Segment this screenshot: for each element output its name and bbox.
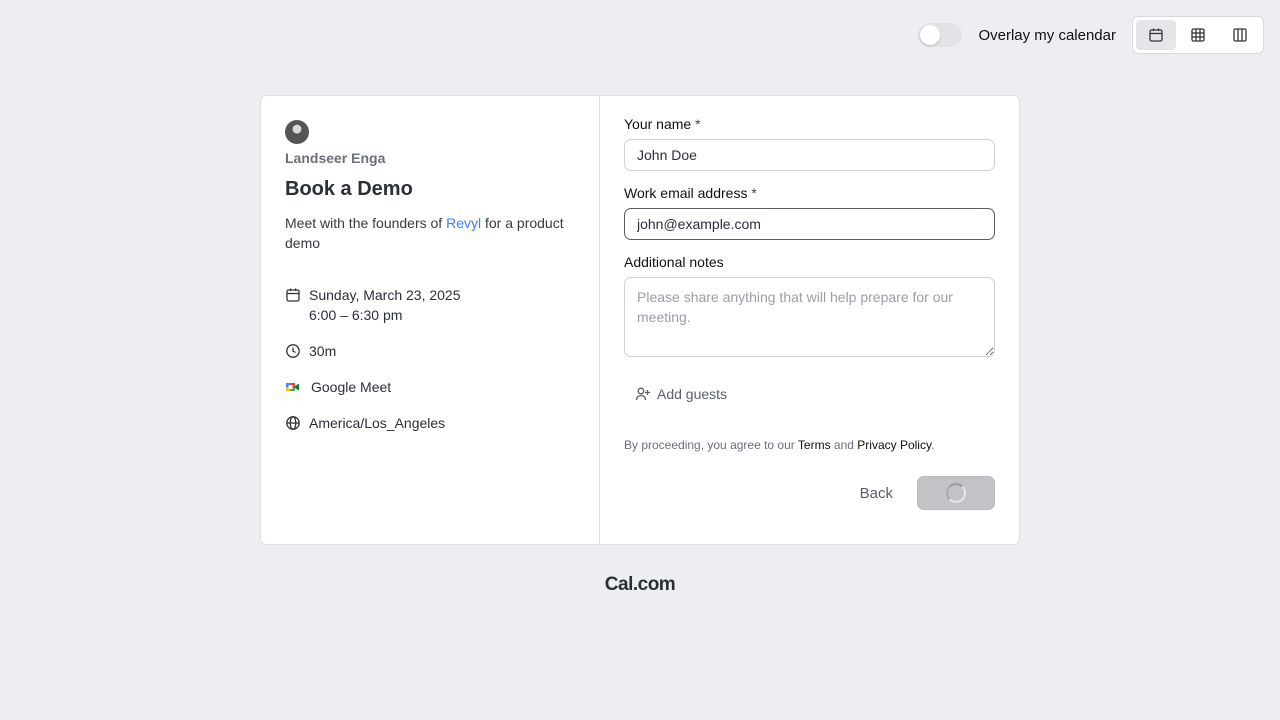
- email-required-mark: *: [751, 185, 757, 201]
- email-input[interactable]: [624, 208, 995, 240]
- columns-icon: [1233, 28, 1247, 42]
- grid-icon: [1191, 28, 1205, 42]
- email-label-text: Work email address: [624, 185, 748, 201]
- booking-form: Your name * Work email address * Additio…: [600, 96, 1019, 544]
- calendar-icon: [1149, 28, 1163, 42]
- notes-field: Additional notes: [624, 254, 995, 362]
- loading-spinner-icon: [946, 483, 966, 503]
- host-name: Landseer Enga: [285, 150, 386, 166]
- terms-text: By proceeding, you agree to our: [624, 438, 798, 452]
- confirm-button[interactable]: [917, 476, 995, 510]
- weekly-view-button[interactable]: [1178, 20, 1218, 50]
- notes-label: Additional notes: [624, 254, 724, 270]
- event-location: Google Meet: [311, 379, 392, 395]
- event-duration-row: 30m: [285, 341, 575, 361]
- toggle-knob: [920, 25, 941, 45]
- top-bar: Overlay my calendar: [918, 16, 1264, 54]
- event-duration: 30m: [309, 343, 337, 359]
- host-avatar: [285, 120, 309, 144]
- event-timezone-row: America/Los_Angeles: [285, 413, 575, 433]
- description-link[interactable]: Revyl: [446, 215, 481, 231]
- name-label: Your name *: [624, 116, 995, 132]
- terms-link[interactable]: Terms: [798, 438, 831, 452]
- google-meet-icon: [286, 383, 299, 391]
- event-details-panel: Landseer Enga Book a Demo Meet with the …: [261, 96, 600, 544]
- overlay-calendar-toggle[interactable]: [918, 23, 963, 47]
- event-timezone[interactable]: America/Los_Angeles: [309, 413, 445, 433]
- column-view-button[interactable]: [1220, 20, 1260, 50]
- globe-icon: [286, 416, 300, 430]
- name-required-mark: *: [695, 116, 701, 132]
- add-guests-label: Add guests: [657, 386, 728, 402]
- event-title: Book a Demo: [285, 178, 413, 200]
- month-view-button[interactable]: [1136, 20, 1176, 50]
- terms-end: .: [931, 438, 935, 452]
- form-actions: Back: [624, 476, 995, 510]
- booking-card: Landseer Enga Book a Demo Meet with the …: [260, 95, 1020, 545]
- description-text: Meet with the founders of: [285, 215, 447, 231]
- calendar-icon: [286, 288, 300, 302]
- name-input[interactable]: [624, 139, 995, 171]
- email-field: Work email address *: [624, 185, 995, 240]
- event-date: Sunday, March 23, 2025: [309, 287, 461, 303]
- notes-textarea[interactable]: [624, 277, 995, 357]
- back-button[interactable]: Back: [856, 485, 897, 502]
- email-label: Work email address *: [624, 185, 995, 201]
- layout-view-switch: [1132, 16, 1264, 54]
- terms-and: and: [830, 438, 858, 452]
- name-label-text: Your name: [624, 116, 692, 132]
- brand-logo[interactable]: Cal.com: [0, 574, 1280, 596]
- event-time: 6:00 – 6:30 pm: [309, 307, 403, 323]
- clock-icon: [286, 344, 300, 358]
- event-description: Meet with the founders of Revyl for a pr…: [285, 213, 575, 253]
- name-field: Your name *: [624, 116, 995, 171]
- privacy-policy-link[interactable]: Privacy Policy: [857, 438, 931, 452]
- add-guests-button[interactable]: Add guests: [635, 386, 727, 402]
- terms-notice: By proceeding, you agree to our Terms an…: [624, 438, 995, 452]
- event-location-row: Google Meet: [285, 377, 575, 397]
- user-plus-icon: [635, 387, 650, 401]
- event-date-row: Sunday, March 23, 2025 6:00 – 6:30 pm: [285, 285, 575, 325]
- overlay-calendar-label: Overlay my calendar: [978, 26, 1116, 44]
